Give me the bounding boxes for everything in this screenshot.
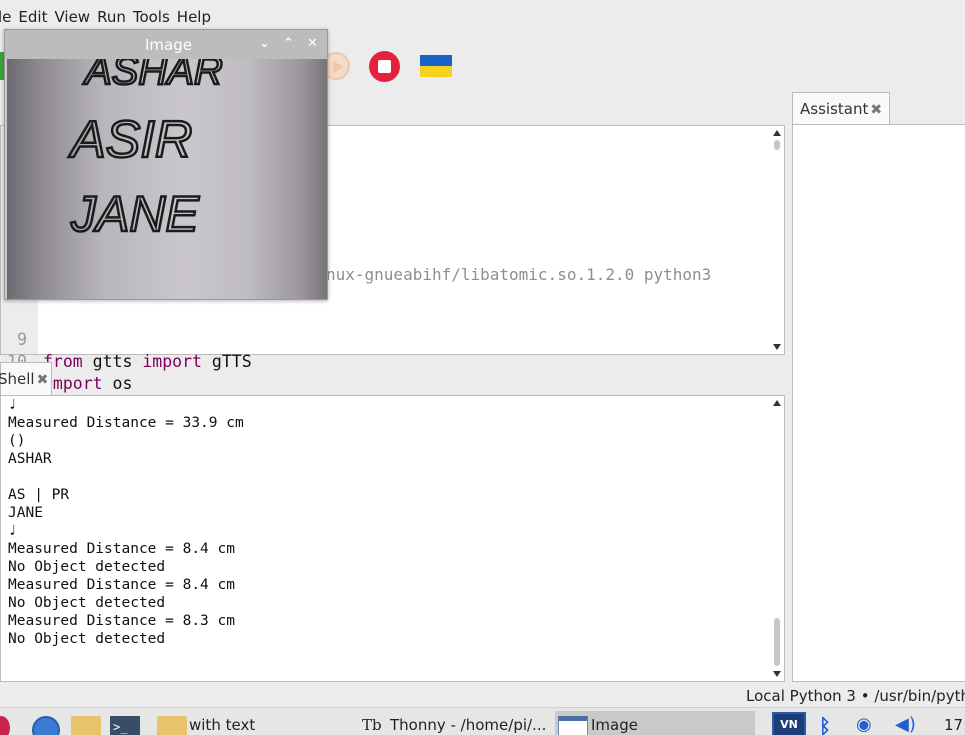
- python-tray-icon[interactable]: VN: [772, 712, 806, 735]
- code-line-9[interactable]: 9 from gtts import gTTS: [1, 307, 741, 371]
- clock[interactable]: 17:: [944, 716, 965, 734]
- shell-console[interactable]: ♩ Measured Distance = 33.9 cm () ASHAR A…: [0, 395, 785, 682]
- taskbar-item-image-label: Image: [591, 716, 638, 734]
- terminal-icon[interactable]: >_: [110, 716, 140, 735]
- file-manager-icon[interactable]: [71, 716, 101, 735]
- shell-scrollbar[interactable]: [770, 396, 784, 681]
- close-icon[interactable]: ✖: [37, 372, 49, 388]
- menu-help[interactable]: Help: [177, 8, 218, 30]
- ukraine-flag-icon[interactable]: [420, 55, 452, 77]
- menu-run[interactable]: Run: [97, 8, 133, 30]
- scroll-up-icon[interactable]: [773, 130, 781, 136]
- image-window-titlebar[interactable]: Image ⌄ ⌃ ✕: [5, 30, 327, 59]
- taskbar-item-folder[interactable]: with text: [189, 716, 255, 734]
- maximize-icon[interactable]: ⌃: [283, 36, 294, 51]
- close-icon[interactable]: ✖: [870, 102, 882, 118]
- assistant-panel: [792, 124, 965, 682]
- image-window-title: Image: [145, 36, 192, 54]
- code-text: os: [102, 374, 133, 393]
- volume-icon[interactable]: ◀): [895, 714, 916, 735]
- tab-assistant-label: Assistant: [800, 100, 869, 118]
- keyword: import: [142, 352, 202, 371]
- menu-file[interactable]: le: [0, 8, 18, 30]
- taskbar-item-thonny[interactable]: Thonny - /home/pi/...: [390, 716, 546, 734]
- camera-photo: ASHAR ASIR JANE: [7, 59, 327, 299]
- wifi-icon[interactable]: ◉: [856, 714, 872, 735]
- minimize-icon[interactable]: ⌄: [259, 36, 270, 51]
- folder-icon: [157, 716, 187, 735]
- browser-icon[interactable]: [32, 716, 60, 735]
- scroll-down-icon[interactable]: [773, 671, 781, 677]
- taskbar: >_ with text Tb Thonny - /home/pi/... Im…: [0, 707, 965, 735]
- scroll-thumb[interactable]: [774, 618, 780, 666]
- handwritten-word: ASHAR: [83, 59, 223, 93]
- code-text: gTTS: [201, 352, 252, 371]
- bluetooth-icon[interactable]: ᛒ: [819, 714, 831, 735]
- interpreter-status[interactable]: Local Python 3 • /usr/bin/pyth: [746, 687, 965, 705]
- code-text: gtts: [82, 352, 143, 371]
- handwritten-word: JANE: [70, 186, 199, 242]
- shell-output: ♩ Measured Distance = 33.9 cm () ASHAR A…: [8, 397, 244, 647]
- raspberry-menu-icon[interactable]: [0, 716, 10, 735]
- menu-tools[interactable]: Tools: [133, 8, 177, 30]
- editor-scrollbar[interactable]: [770, 126, 784, 354]
- editor-comment-line: nux-gnueabihf/libatomic.so.1.2.0 python3: [326, 265, 712, 284]
- scroll-down-icon[interactable]: [773, 344, 781, 350]
- window-icon: [558, 716, 588, 735]
- scroll-thumb[interactable]: [774, 140, 780, 150]
- close-icon[interactable]: ✕: [307, 36, 318, 51]
- menu-bar: le Edit View Run Tools Help: [0, 8, 218, 30]
- code-line-10[interactable]: 10 import os: [1, 329, 741, 393]
- menu-edit[interactable]: Edit: [18, 8, 54, 30]
- handwritten-word: ASIR: [68, 111, 192, 169]
- thonny-icon: Tb: [362, 716, 382, 734]
- tab-shell[interactable]: Shell ✖: [0, 362, 52, 395]
- desktop: le Edit View Run Tools Help nux-gnueabih…: [0, 0, 965, 735]
- tab-assistant[interactable]: Assistant ✖: [792, 92, 890, 125]
- stop-button[interactable]: [369, 51, 400, 82]
- tab-shell-label: Shell: [0, 370, 35, 388]
- scroll-up-icon[interactable]: [773, 400, 781, 406]
- menu-view[interactable]: View: [54, 8, 97, 30]
- image-window[interactable]: Image ⌄ ⌃ ✕ ASHAR ASIR JANE: [4, 29, 328, 300]
